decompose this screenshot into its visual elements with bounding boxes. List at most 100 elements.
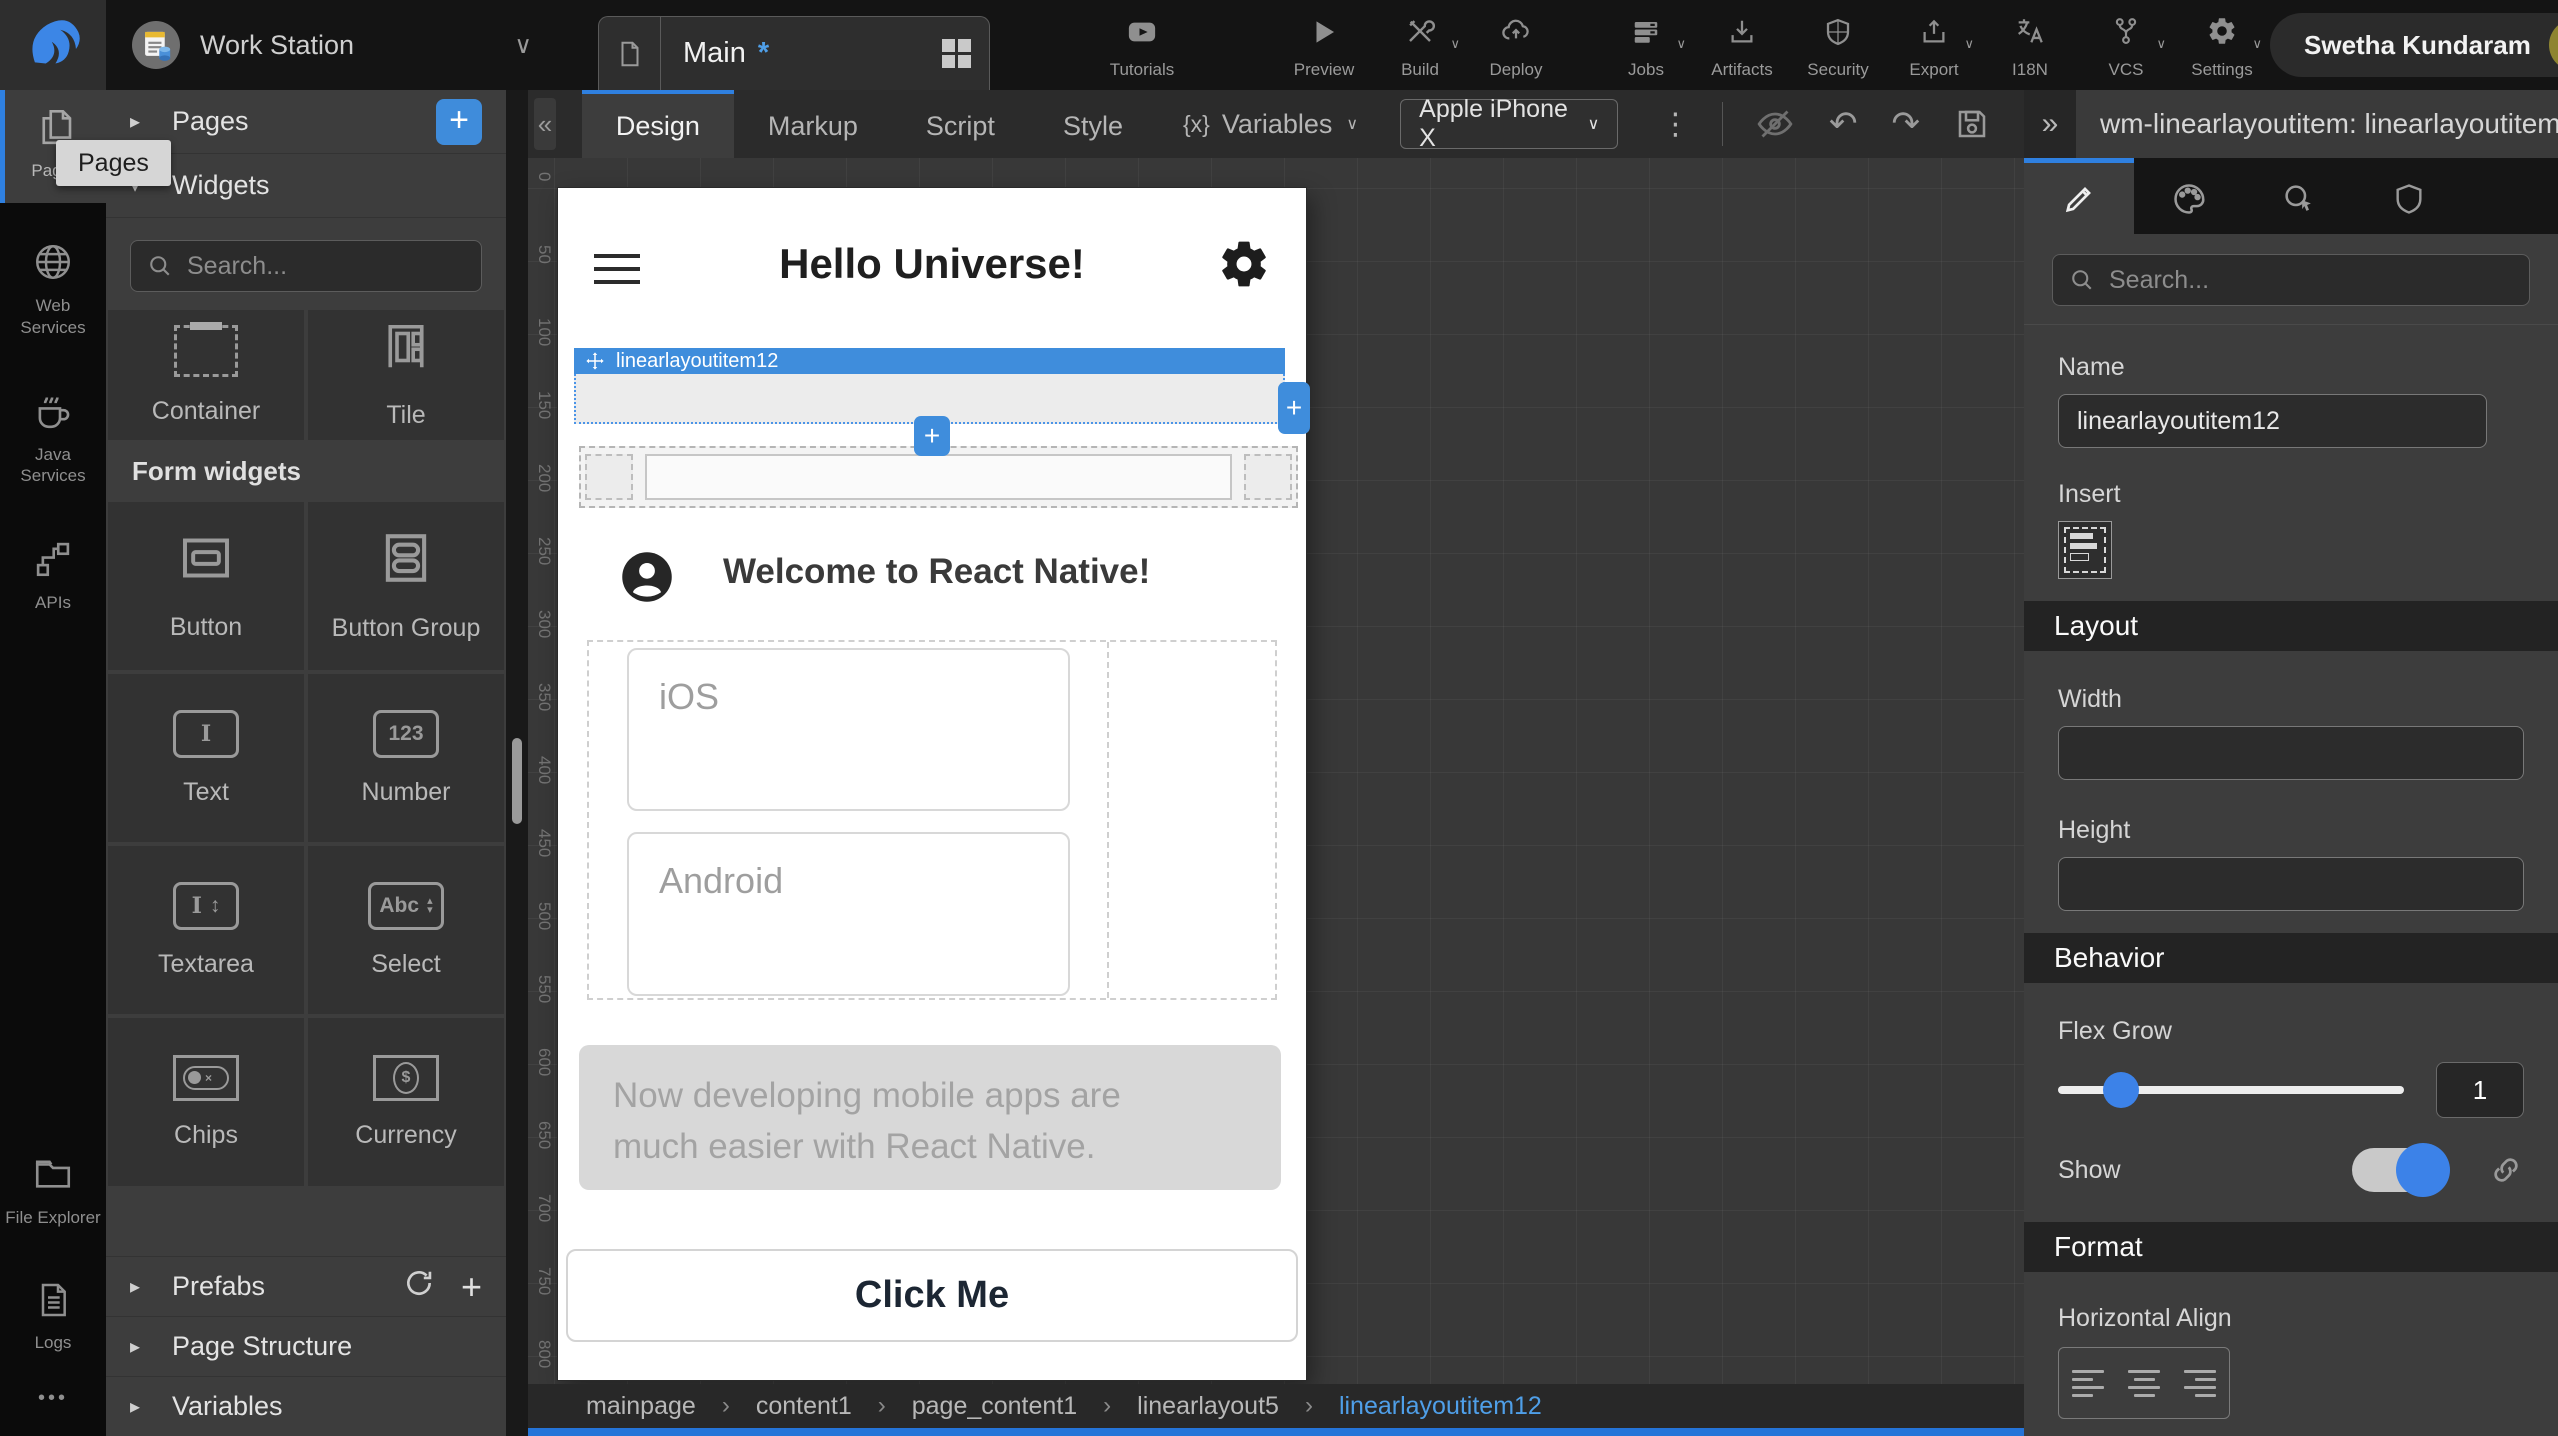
widget-currency[interactable]: $ Currency (308, 1018, 504, 1186)
properties-search-input[interactable] (2052, 254, 2530, 306)
tab-script[interactable]: Script (892, 90, 1029, 158)
undo-button[interactable]: ↶ (1829, 104, 1858, 144)
accordion-page-structure[interactable]: ▸ Page Structure (106, 1316, 506, 1376)
insert-below-button[interactable]: + (914, 416, 950, 456)
container-icon (174, 325, 238, 377)
deploy-button[interactable]: Deploy (1468, 0, 1564, 82)
pages-grid-icon[interactable] (942, 39, 971, 68)
sidebar-item-logs[interactable]: Logs (0, 1264, 106, 1367)
height-field[interactable] (2058, 857, 2524, 911)
slider-knob[interactable] (2103, 1072, 2139, 1108)
breadcrumb-item[interactable]: content1 (756, 1392, 852, 1421)
expand-panel-button[interactable]: » (2024, 90, 2076, 158)
device-selector[interactable]: Apple iPhone X ∨ (1400, 99, 1618, 149)
show-toggle[interactable] (2352, 1148, 2446, 1192)
export-button[interactable]: Export ∨ (1886, 0, 1982, 82)
sidebar-item-java-services[interactable]: Java Services (0, 374, 106, 501)
breadcrumb-item[interactable]: linearlayout5 (1137, 1392, 1279, 1421)
widget-search-input[interactable] (130, 240, 482, 292)
chevron-down-icon: ∨ (2252, 36, 2262, 52)
widget-tile[interactable]: Tile (308, 310, 504, 440)
toggle-knob[interactable] (2396, 1143, 2450, 1197)
breadcrumb-item-active[interactable]: linearlayoutitem12 (1339, 1392, 1542, 1421)
redo-button[interactable]: ↷ (1892, 104, 1921, 144)
i18n-button[interactable]: I18N (1982, 0, 2078, 82)
bind-link-icon[interactable] (2488, 1152, 2524, 1188)
platform-box-android[interactable]: Android (627, 832, 1070, 996)
insert-label: Insert (2058, 480, 2524, 509)
divider (2024, 324, 2558, 325)
breadcrumb-item[interactable]: page_content1 (912, 1392, 1077, 1421)
tab-variables[interactable]: {x} Variables ∨ (1183, 109, 1358, 140)
preview-button[interactable]: Preview (1276, 0, 1372, 82)
security-button[interactable]: Security (1790, 0, 1886, 82)
tab-styles[interactable] (2134, 158, 2244, 234)
rail-overflow-button[interactable]: ••• (0, 1367, 106, 1436)
artifacts-button[interactable]: Artifacts (1694, 0, 1790, 82)
tab-inspect[interactable] (2244, 158, 2354, 234)
widget-textarea[interactable]: I↕ Textarea (108, 846, 304, 1014)
build-button[interactable]: Build ∨ (1372, 0, 1468, 82)
scrollbar-thumb[interactable] (512, 738, 522, 824)
jobs-button[interactable]: Jobs ∨ (1598, 0, 1694, 82)
widget-chips[interactable]: × Chips (108, 1018, 304, 1186)
layout-cell-small[interactable] (1244, 454, 1292, 500)
breadcrumb-item[interactable]: mainpage (586, 1392, 696, 1421)
align-right-button[interactable] (2184, 1370, 2216, 1397)
click-me-button[interactable]: Click Me (566, 1249, 1298, 1342)
selected-widget-bar[interactable]: linearlayoutitem12 (574, 348, 1285, 374)
wavemaker-studio: Work Station ∨ Main * Tutorials Preview … (0, 0, 2558, 1436)
tab-markup[interactable]: Markup (734, 90, 892, 158)
tab-design[interactable]: Design (582, 90, 734, 158)
save-button[interactable] (1954, 106, 1990, 142)
width-field[interactable] (2058, 726, 2524, 780)
tutorials-button[interactable]: Tutorials (1094, 0, 1190, 82)
selected-widget-title: wm-linearlayoutitem: linearlayoutitem12 (2100, 108, 2558, 140)
insert-widget-button[interactable] (2058, 521, 2112, 579)
open-page-tab[interactable]: Main * (598, 16, 990, 90)
tab-style[interactable]: Style (1029, 90, 1157, 158)
sidebar-item-web-services[interactable]: Web Services (0, 225, 106, 352)
panel-scrollbar[interactable] (506, 90, 528, 1436)
more-options-button[interactable]: ⋮ (1660, 107, 1690, 142)
toggle-visibility-button[interactable] (1755, 104, 1795, 144)
widget-number[interactable]: 123 Number (308, 674, 504, 842)
platform-layout[interactable]: iOS Android (587, 640, 1277, 1000)
user-menu[interactable]: Swetha Kundaram SK (2270, 13, 2558, 77)
widget-button[interactable]: Button (108, 502, 304, 670)
tab-properties[interactable] (2024, 158, 2134, 234)
name-field[interactable] (2058, 394, 2487, 448)
align-left-button[interactable] (2072, 1370, 2104, 1397)
settings-button[interactable]: Settings ∨ (2174, 0, 2270, 82)
tab-security[interactable] (2354, 158, 2464, 234)
platform-box-ios[interactable]: iOS (627, 648, 1070, 811)
accordion-prefabs[interactable]: ▸ Prefabs + (106, 1256, 506, 1316)
layout-cell-wide[interactable] (645, 454, 1232, 500)
sidebar-item-apis[interactable]: APIs (0, 522, 106, 627)
layout-cell-small[interactable] (585, 454, 633, 500)
settings-gear-icon[interactable] (1216, 236, 1272, 297)
accordion-variables[interactable]: ▸ Variables (106, 1376, 506, 1436)
add-page-button[interactable]: + (436, 99, 482, 145)
section-behavior: Behavior (2024, 933, 2558, 983)
widget-select[interactable]: Abc▴▾ Select (308, 846, 504, 1014)
widget-text[interactable]: I Text (108, 674, 304, 842)
widget-button-group[interactable]: Button Group (308, 502, 504, 670)
project-switcher[interactable]: Work Station ∨ (132, 21, 542, 69)
properties-search (2052, 254, 2530, 306)
refresh-icon[interactable] (403, 1267, 435, 1306)
vcs-button[interactable]: VCS ∨ (2078, 0, 2174, 82)
design-canvas[interactable]: 0 50 100 150 200 250 300 350 400 450 500… (528, 158, 2024, 1384)
app-logo[interactable] (0, 0, 106, 90)
add-prefab-button[interactable]: + (461, 1272, 482, 1302)
sidebar-item-file-explorer[interactable]: File Explorer (0, 1137, 106, 1242)
collapse-left-panel-button[interactable]: « (534, 98, 556, 150)
chevron-down-icon: ∨ (2156, 36, 2166, 52)
flex-grow-slider[interactable] (2058, 1086, 2404, 1094)
widget-container[interactable]: Container (108, 310, 304, 440)
section-format: Format (2024, 1222, 2558, 1272)
chevron-down-icon: ∨ (1964, 36, 1974, 52)
flex-grow-value[interactable]: 1 (2436, 1062, 2524, 1118)
insert-right-button[interactable]: + (1278, 382, 1310, 434)
align-center-button[interactable] (2128, 1370, 2160, 1397)
